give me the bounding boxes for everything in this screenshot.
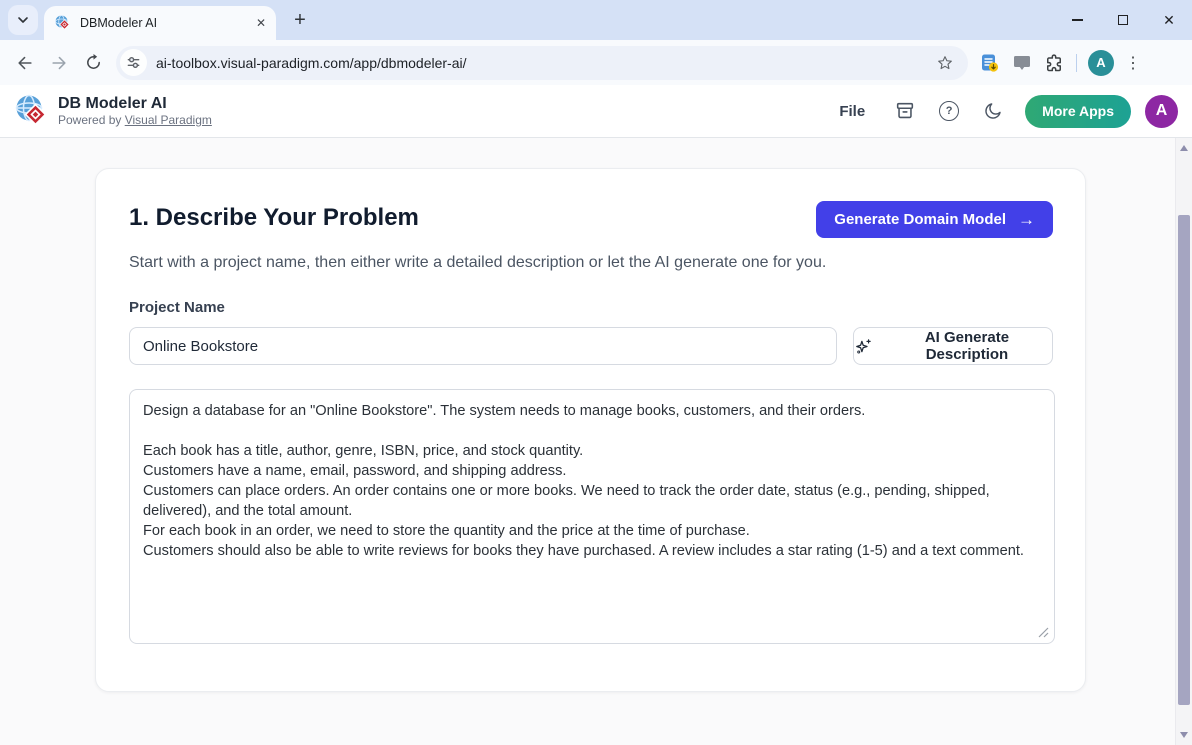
browser-tabstrip: DBModeler AI ✕ + ✕ [0,0,1192,40]
site-settings-button[interactable] [120,49,147,76]
browser-menu-button[interactable]: ⋮ [1119,49,1147,77]
page-subtitle: Start with a project name, then either w… [129,250,834,275]
describe-problem-card: 1. Describe Your Problem Generate Domain… [95,168,1086,692]
question-icon: ? [939,101,959,121]
visual-paradigm-logo-icon [14,93,50,129]
extensions-button[interactable] [1038,47,1070,79]
triangle-up-icon [1180,145,1188,151]
toolbar-separator [1076,54,1077,72]
project-name-label: Project Name [129,299,1053,317]
chevron-down-icon [16,13,30,27]
browser-toolbar: ai-toolbox.visual-paradigm.com/app/dbmod… [0,40,1192,85]
app-header-actions: File ? More Apps A [825,93,1178,129]
project-name-input[interactable] [129,327,837,365]
file-menu[interactable]: File [825,97,879,126]
dark-mode-toggle[interactable] [975,93,1011,129]
refresh-icon [84,53,103,72]
generate-domain-model-button[interactable]: Generate Domain Model → [816,201,1053,238]
minimize-icon [1072,19,1083,20]
puzzle-icon [1044,53,1064,73]
app-user-avatar[interactable]: A [1145,95,1178,128]
document-download-icon [979,52,1001,74]
powered-by: Powered by Visual Paradigm [58,113,212,127]
page-scrollbar[interactable] [1175,138,1192,745]
visual-paradigm-link[interactable]: Visual Paradigm [125,113,212,127]
page-title: 1. Describe Your Problem [129,203,419,233]
window-maximize-button[interactable] [1100,0,1146,40]
app-title-block: DB Modeler AI Powered by Visual Paradigm [58,95,212,127]
side-panel-extension-button[interactable] [1006,47,1038,79]
page-content: 1. Describe Your Problem Generate Domain… [0,138,1192,745]
back-button[interactable] [8,46,42,80]
scrollbar-thumb[interactable] [1178,215,1190,705]
window-minimize-button[interactable] [1054,0,1100,40]
triangle-down-icon [1180,732,1188,738]
arrow-right-icon: → [1018,210,1035,230]
help-button[interactable]: ? [931,93,967,129]
description-area: Design a database for an "Online Booksto… [129,389,1053,644]
generate-button-label: Generate Domain Model [834,211,1006,228]
browser-profile-avatar[interactable]: A [1088,50,1114,76]
window-close-button[interactable]: ✕ [1146,0,1192,40]
scrollbar-down-button[interactable] [1176,727,1192,743]
maximize-icon [1118,15,1128,25]
back-arrow-icon [15,53,35,73]
projects-button[interactable] [887,93,923,129]
tab-close-icon[interactable]: ✕ [252,14,270,32]
archive-box-icon [894,100,916,122]
reading-list-extension-button[interactable] [974,47,1006,79]
ai-generate-label: AI Generate Description [882,329,1052,363]
app-title: DB Modeler AI [58,95,212,113]
visual-paradigm-favicon-icon [54,14,72,32]
browser-tab-active[interactable]: DBModeler AI ✕ [44,6,276,40]
tab-title: DBModeler AI [80,16,252,30]
more-apps-button[interactable]: More Apps [1025,95,1131,128]
chat-bubble-icon [1013,54,1031,72]
close-icon: ✕ [1163,12,1175,29]
problem-description-textarea[interactable]: Design a database for an "Online Booksto… [129,389,1055,644]
app-header: DB Modeler AI Powered by Visual Paradigm… [0,85,1192,138]
tune-icon [126,55,141,70]
address-bar[interactable]: ai-toolbox.visual-paradigm.com/app/dbmod… [116,46,968,80]
forward-arrow-icon [49,53,69,73]
new-tab-button[interactable]: + [286,6,314,34]
tab-search-button[interactable] [8,5,38,35]
card-top-row: 1. Describe Your Problem Generate Domain… [129,203,1053,238]
refresh-button[interactable] [76,46,110,80]
forward-button[interactable] [42,46,76,80]
window-controls: ✕ [1054,0,1192,40]
sparkles-icon [854,337,873,356]
project-name-row: AI Generate Description [129,327,1053,365]
scrollbar-up-button[interactable] [1176,140,1192,156]
url-text[interactable]: ai-toolbox.visual-paradigm.com/app/dbmod… [156,55,932,71]
bookmark-star-button[interactable] [932,50,958,76]
star-icon [936,54,954,72]
ai-generate-description-button[interactable]: AI Generate Description [853,327,1053,365]
moon-icon [983,101,1003,121]
